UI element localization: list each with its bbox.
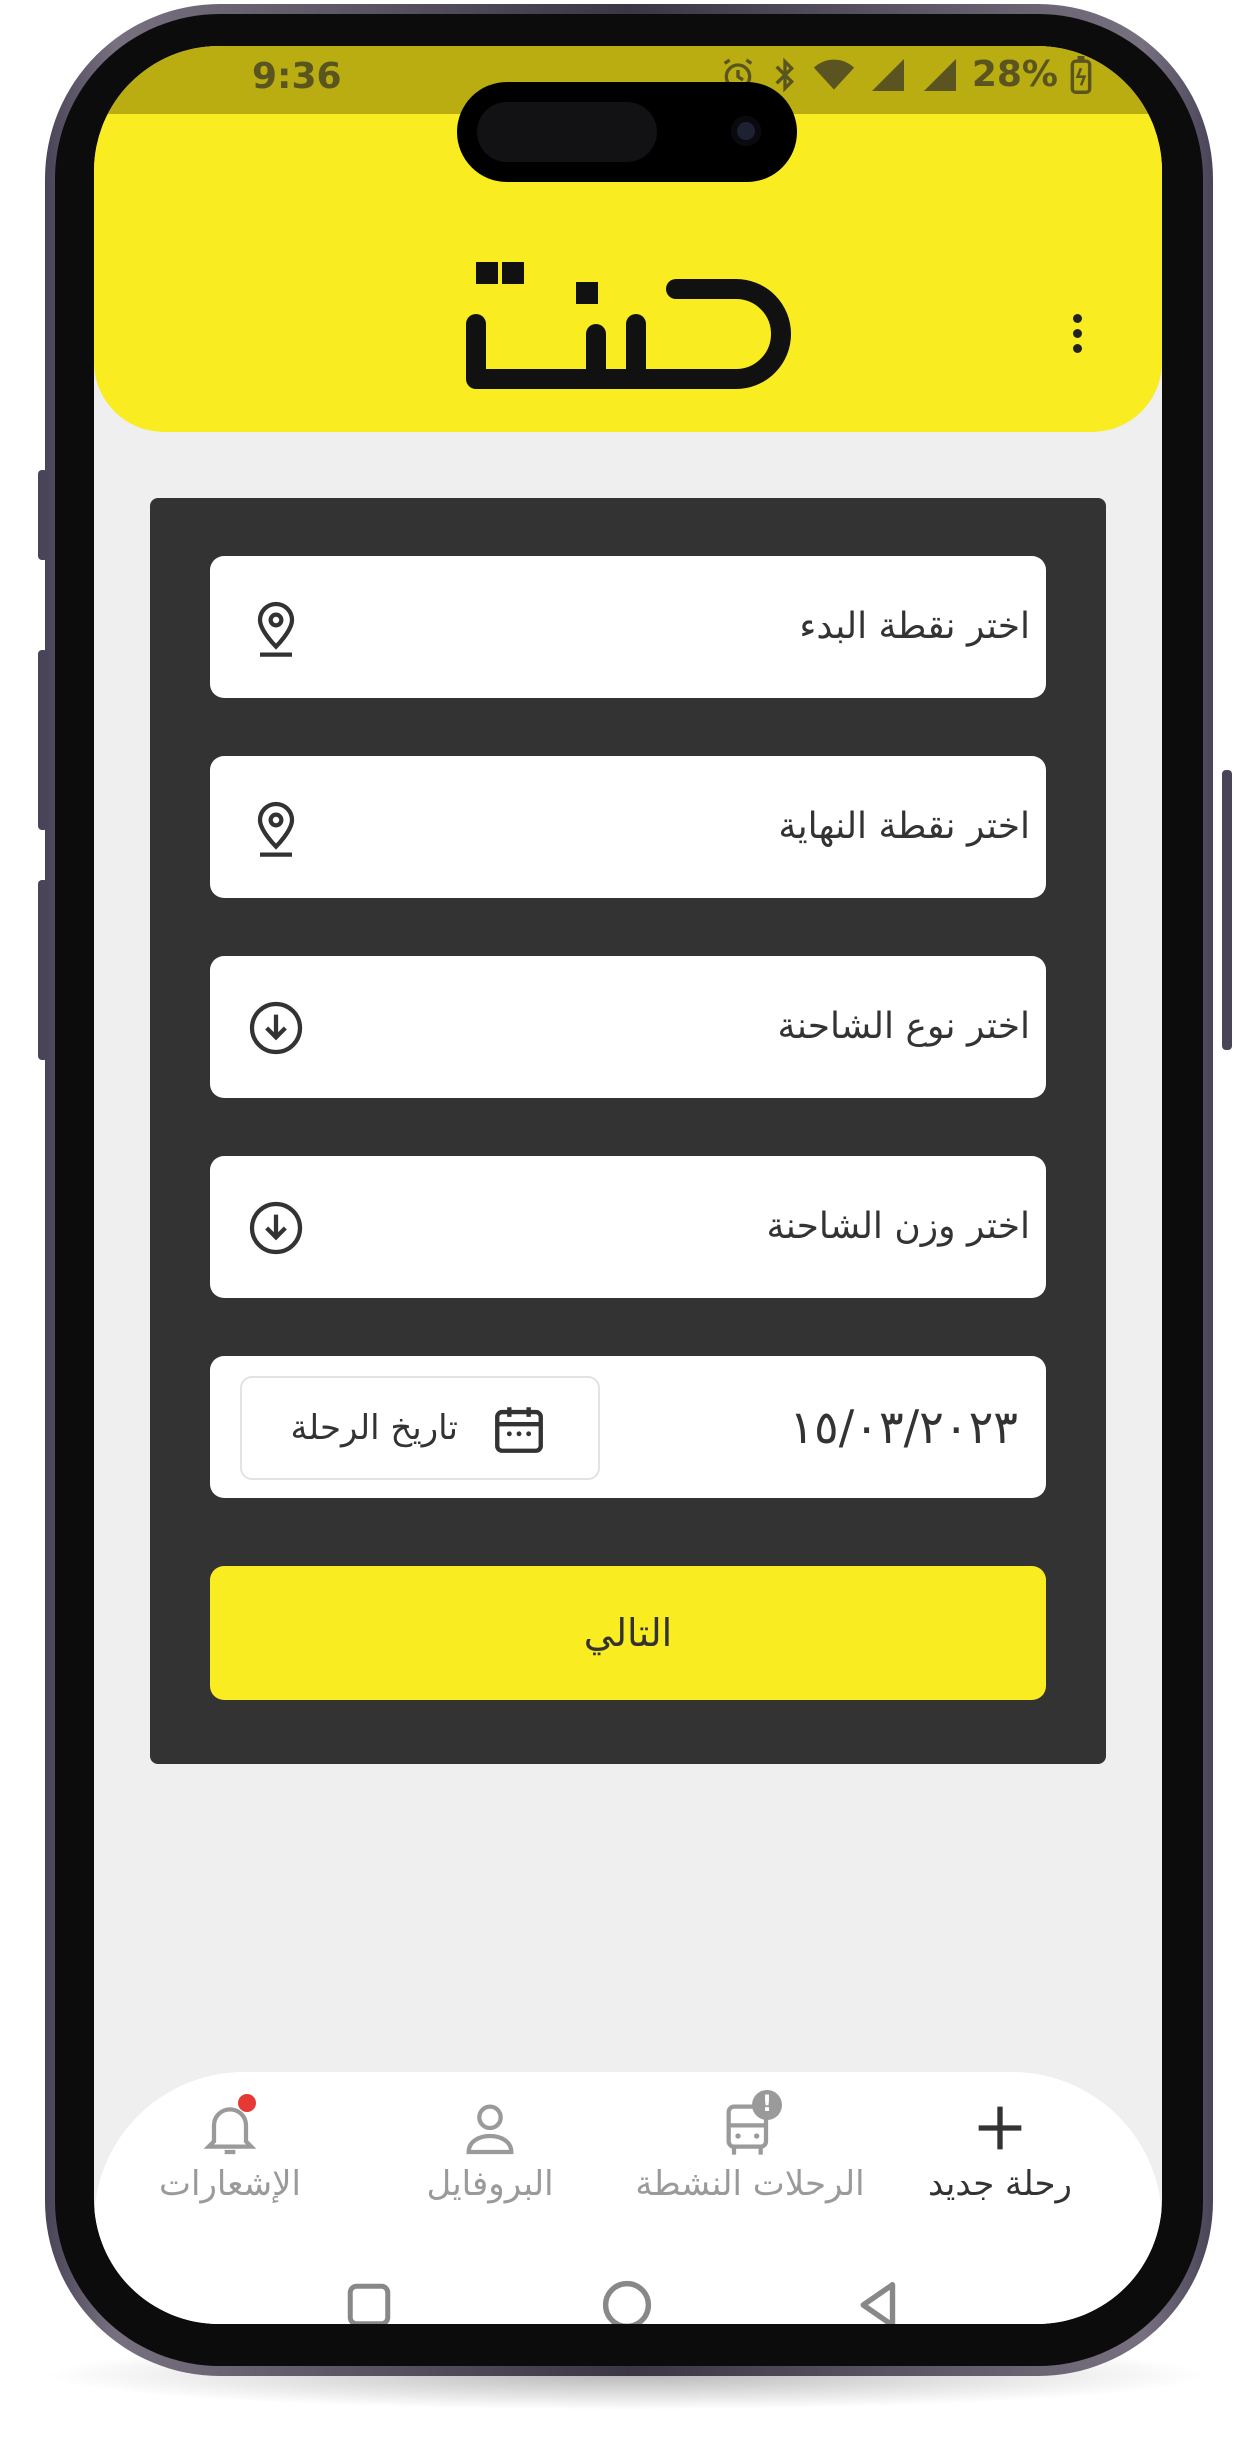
more-menu-button[interactable]: [1062, 314, 1092, 384]
bottom-navigation: رحلة جديد ! الرحلات النشطة البروفايل الإ…: [94, 2072, 1162, 2324]
bell-icon-wrap: [198, 2094, 262, 2160]
start-point-field[interactable]: اختر نقطة البدء: [210, 556, 1046, 698]
app-logo: [466, 262, 791, 389]
dynamic-island: [457, 82, 797, 182]
nav-active-trips-label: الرحلات النشطة: [635, 2164, 865, 2204]
user-icon: [466, 2104, 514, 2155]
end-point-placeholder: اختر نقطة النهاية: [778, 806, 1030, 847]
calendar-icon: [495, 1407, 543, 1453]
nav-active-trips[interactable]: ! الرحلات النشطة: [620, 2090, 880, 2204]
plus-icon: [978, 2106, 1022, 2150]
menu-dot: [1072, 314, 1082, 323]
nav-new-trip-label: رحلة جديد: [928, 2164, 1072, 2204]
volume-up-button: [38, 650, 48, 830]
active-trips-badge: !: [752, 2090, 782, 2120]
location-pin-icon: [257, 801, 295, 857]
nav-profile-label: البروفايل: [426, 2164, 554, 2204]
status-time: 9:36: [252, 56, 342, 97]
battery-icon: [1070, 55, 1092, 94]
trip-date-button[interactable]: تاريخ الرحلة: [240, 1376, 600, 1480]
volume-down-button: [38, 880, 48, 1060]
signal-icon-2: [923, 58, 956, 91]
back-button[interactable]: [852, 2278, 906, 2324]
dropdown-arrow-icon: [249, 1001, 303, 1055]
nav-notifications[interactable]: الإشعارات: [100, 2094, 360, 2204]
front-camera: [731, 116, 761, 146]
next-button[interactable]: التالي: [210, 1566, 1046, 1700]
island-sensor: [477, 102, 657, 162]
menu-dot: [1072, 329, 1082, 338]
end-point-field[interactable]: اختر نقطة النهاية: [210, 756, 1046, 898]
signal-icon: [871, 58, 904, 91]
nav-profile[interactable]: البروفايل: [360, 2096, 620, 2204]
screen: 9:36 28% اختر نقطة البدء اختر نقطة النها…: [94, 46, 1162, 2324]
trip-date-label: تاريخ الرحلة: [290, 1408, 458, 1448]
dropdown-arrow-icon: [249, 1201, 303, 1255]
trip-date-value: ١٥/٠٣/٢٠٢٣: [789, 1400, 1018, 1454]
start-point-placeholder: اختر نقطة البدء: [799, 606, 1030, 647]
truck-weight-placeholder: اختر وزن الشاحنة: [766, 1206, 1030, 1247]
trip-form-card: اختر نقطة البدء اختر نقطة النهاية اختر ن…: [150, 498, 1106, 1764]
menu-dot: [1072, 344, 1082, 353]
trip-date-field: ١٥/٠٣/٢٠٢٣ تاريخ الرحلة: [210, 1356, 1046, 1498]
wifi-icon: [813, 59, 854, 90]
location-pin-icon: [257, 601, 295, 657]
bluetooth-icon: [775, 57, 794, 92]
truck-weight-dropdown[interactable]: اختر وزن الشاحنة: [210, 1156, 1046, 1298]
truck-type-dropdown[interactable]: اختر نوع الشاحنة: [210, 956, 1046, 1098]
bus-icon-wrap: !: [710, 2090, 790, 2160]
recents-button[interactable]: [344, 2280, 394, 2324]
status-icons: 28%: [718, 54, 1092, 95]
notification-dot: [238, 2094, 256, 2112]
nav-new-trip[interactable]: رحلة جديد: [870, 2096, 1130, 2204]
nav-notifications-label: الإشعارات: [159, 2164, 301, 2204]
power-button: [1222, 770, 1232, 1050]
truck-type-placeholder: اختر نوع الشاحنة: [777, 1006, 1030, 1047]
home-button[interactable]: [600, 2278, 654, 2324]
battery-percent: 28%: [971, 54, 1058, 95]
mute-switch: [38, 470, 48, 560]
